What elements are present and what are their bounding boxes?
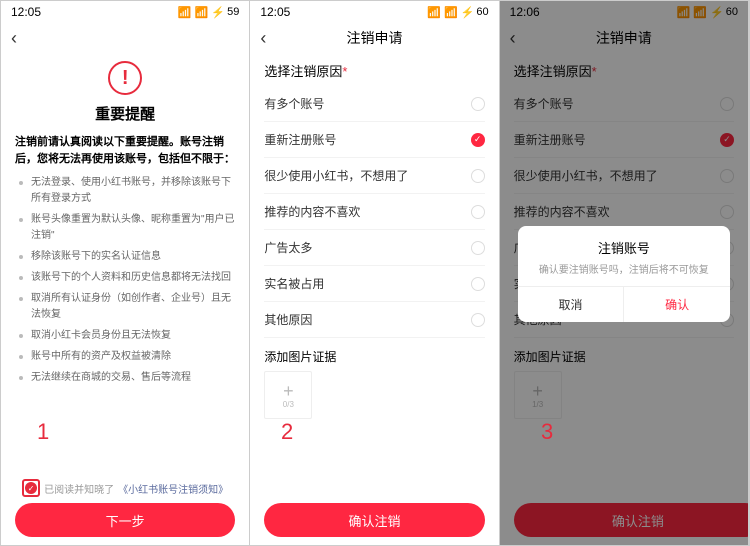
radio-icon (471, 169, 485, 183)
screen-3-confirm: 12:06 📶 📶 ⚡60 ‹ 注销申请 选择注销原因* 有多个账号 重新注册账… (500, 1, 749, 545)
modal-message: 确认要注销账号吗，注销后将不可恢复 (518, 261, 730, 286)
screen-1-notice: 12:05 📶 📶 ⚡59 ‹ ! 重要提醒 注销前请认真阅读以下重要提醒。账号… (1, 1, 250, 545)
status-icons: 📶 📶 ⚡59 (178, 6, 239, 19)
radio-icon (471, 313, 485, 327)
bullet-item: 无法继续在商城的交易、售后等流程 (19, 370, 235, 386)
step-indicator-3: 3 (541, 419, 553, 445)
status-time: 12:05 (11, 5, 41, 19)
back-icon[interactable]: ‹ (11, 28, 17, 49)
consent-row[interactable]: ✓ 已阅读并知晓了 《小红书账号注销须知》 (1, 479, 249, 497)
step-indicator-1: 1 (37, 419, 49, 445)
header: ‹ 注销申请 (250, 23, 498, 53)
confirm-delete-button[interactable]: 确认注销 (264, 503, 484, 537)
plus-icon: + (283, 382, 294, 400)
reason-option[interactable]: 实名被占用 (264, 266, 484, 302)
section-label: 选择注销原因* (264, 61, 484, 80)
radio-icon (471, 241, 485, 255)
modal-title: 注销账号 (518, 226, 730, 261)
screen-2-reasons: 12:05 📶 📶 ⚡60 ‹ 注销申请 选择注销原因* 有多个账号 重新注册账… (250, 1, 499, 545)
reason-option[interactable]: 广告太多 (264, 230, 484, 266)
consent-checkbox-highlight: ✓ (22, 479, 40, 497)
bullet-item: 移除该账号下的实名认证信息 (19, 249, 235, 265)
bullet-item: 取消所有认证身份（如创作者、企业号）且无法恢复 (19, 291, 235, 323)
status-icons: 📶 📶 ⚡60 (427, 6, 488, 19)
bullet-item: 账号头像重置为默认头像、昵称重置为"用户已注销" (19, 212, 235, 244)
add-image-label: 添加图片证据 (264, 348, 484, 365)
reason-option[interactable]: 其他原因 (264, 302, 484, 338)
bullet-item: 账号中所有的资产及权益被清除 (19, 349, 235, 365)
radio-icon (471, 205, 485, 219)
reason-option[interactable]: 重新注册账号 (264, 122, 484, 158)
image-count: 0/3 (283, 400, 294, 409)
page-title: 注销申请 (250, 28, 498, 48)
bullet-item: 取消小红卡会员身份且无法恢复 (19, 328, 235, 344)
warning-intro: 注销前请认真阅读以下重要提醒。账号注销后，您将无法再使用该账号，包括但不限于： (15, 134, 235, 167)
radio-icon (471, 97, 485, 111)
next-button[interactable]: 下一步 (15, 503, 235, 537)
header: ‹ (1, 23, 249, 53)
status-bar: 12:05 📶 📶 ⚡59 (1, 1, 249, 23)
radio-icon (471, 277, 485, 291)
warning-title: 重要提醒 (15, 103, 235, 124)
bullet-item: 该账号下的个人资料和历史信息都将无法找回 (19, 270, 235, 286)
back-icon[interactable]: ‹ (260, 28, 266, 49)
status-time: 12:05 (260, 5, 290, 19)
warning-bullets: 无法登录、使用小红书账号，并移除该账号下所有登录方式 账号头像重置为默认头像、昵… (15, 175, 235, 386)
consent-text: 已阅读并知晓了 (44, 481, 114, 496)
modal-confirm-button[interactable]: 确认 (624, 287, 730, 322)
reason-option[interactable]: 很少使用小红书，不想用了 (264, 158, 484, 194)
warning-icon: ! (108, 61, 142, 95)
radio-icon-checked (471, 133, 485, 147)
status-bar: 12:05 📶 📶 ⚡60 (250, 1, 498, 23)
confirm-modal: 注销账号 确认要注销账号吗，注销后将不可恢复 取消 确认 (518, 226, 730, 322)
modal-cancel-button[interactable]: 取消 (518, 287, 625, 322)
reason-option[interactable]: 推荐的内容不喜欢 (264, 194, 484, 230)
add-image-button[interactable]: + 0/3 (264, 371, 312, 419)
consent-link[interactable]: 《小红书账号注销须知》 (118, 481, 228, 496)
reason-option[interactable]: 有多个账号 (264, 86, 484, 122)
step-indicator-2: 2 (281, 419, 293, 445)
bullet-item: 无法登录、使用小红书账号，并移除该账号下所有登录方式 (19, 175, 235, 207)
consent-checkbox[interactable]: ✓ (25, 482, 37, 494)
